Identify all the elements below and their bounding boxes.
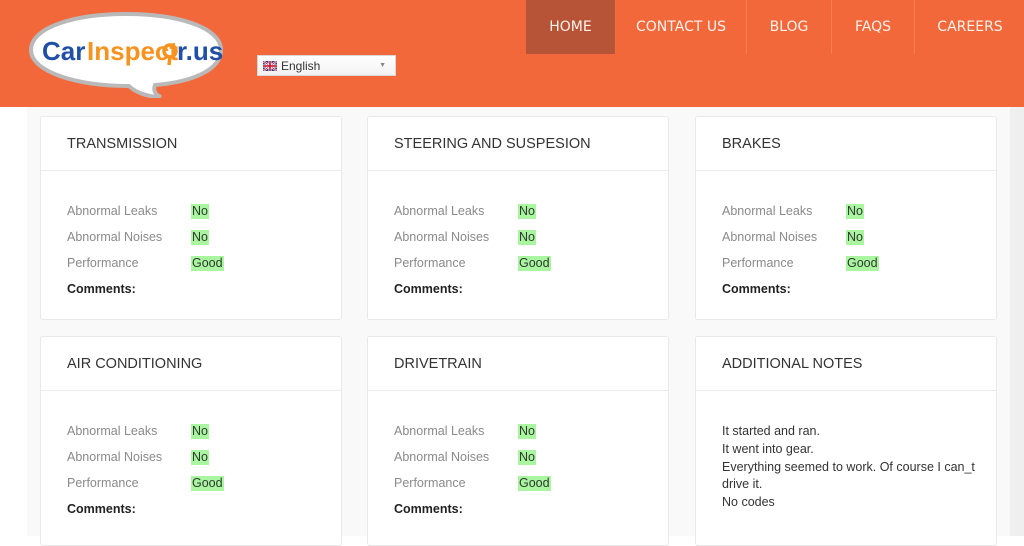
row-value: No xyxy=(846,203,864,219)
inspection-row: Abnormal Leaks No xyxy=(67,198,315,224)
row-value: No xyxy=(518,423,536,439)
inspection-row: Abnormal Leaks No xyxy=(722,198,970,224)
nav-contact-us[interactable]: CONTACT US xyxy=(616,0,747,54)
comments-label: Comments: xyxy=(394,282,463,296)
inspection-card-air-conditioning: AIR CONDITIONING Abnormal Leaks No Abnor… xyxy=(40,336,342,546)
inspection-row: Abnormal Leaks No xyxy=(394,418,642,444)
row-label: Performance xyxy=(394,476,466,490)
inspection-card-brakes: BRAKES Abnormal Leaks No Abnormal Noises… xyxy=(695,116,997,320)
row-value: No xyxy=(518,229,536,245)
inspection-row: Abnormal Noises No xyxy=(394,224,642,250)
nav-home[interactable]: HOME xyxy=(526,0,616,54)
row-label: Abnormal Noises xyxy=(394,230,490,244)
chevron-down-icon: ▼ xyxy=(379,62,386,69)
notes-line: Everything seemed to work. Of course I c… xyxy=(722,459,975,474)
notes-line: drive it. xyxy=(722,477,763,492)
inspection-row: Performance Good xyxy=(394,470,642,496)
card-title: DRIVETRAIN xyxy=(368,337,668,391)
row-label: Abnormal Noises xyxy=(394,450,490,464)
row-value: Good xyxy=(518,475,551,491)
language-select[interactable]: English ▼ xyxy=(257,55,396,76)
row-value: No xyxy=(846,229,864,245)
row-label: Performance xyxy=(67,476,139,490)
row-label: Abnormal Leaks xyxy=(67,424,158,438)
uk-flag-icon xyxy=(263,60,277,71)
language-select-value: English xyxy=(281,58,321,73)
inspection-row: Abnormal Noises No xyxy=(67,444,315,470)
card-title: STEERING AND SUSPESION xyxy=(368,117,668,171)
additional-notes-card: ADDITIONAL NOTES It started and ran. It … xyxy=(695,336,997,546)
row-label: Abnormal Leaks xyxy=(394,204,485,218)
inspection-row: Performance Good xyxy=(67,470,315,496)
row-label: Abnormal Leaks xyxy=(722,204,813,218)
main-nav: HOME CONTACT US BLOG FAQS CAREERS xyxy=(526,0,1024,54)
row-label: Performance xyxy=(67,256,139,270)
row-label: Abnormal Noises xyxy=(67,230,163,244)
nav-blog[interactable]: BLOG xyxy=(747,0,832,54)
card-title: BRAKES xyxy=(696,117,996,171)
inspection-row: Abnormal Leaks No xyxy=(67,418,315,444)
inspection-row: Performance Good xyxy=(394,250,642,276)
row-value: No xyxy=(518,203,536,219)
row-label: Performance xyxy=(722,256,794,270)
inspection-card-transmission: TRANSMISSION Abnormal Leaks No Abnormal … xyxy=(40,116,342,320)
inspection-row: Performance Good xyxy=(67,250,315,276)
inspection-card-drivetrain: DRIVETRAIN Abnormal Leaks No Abnormal No… xyxy=(367,336,669,546)
inspection-row: Abnormal Noises No xyxy=(67,224,315,250)
row-label: Performance xyxy=(394,256,466,270)
logo-text-rus: r.us xyxy=(177,36,223,66)
comments-label: Comments: xyxy=(722,282,791,296)
nav-careers[interactable]: CAREERS xyxy=(915,0,1024,54)
logo-text-car: Car xyxy=(42,36,85,66)
row-label: Abnormal Leaks xyxy=(67,204,158,218)
row-value: Good xyxy=(191,475,224,491)
row-label: Abnormal Leaks xyxy=(394,424,485,438)
comments-label: Comments: xyxy=(394,502,463,516)
card-title: ADDITIONAL NOTES xyxy=(696,337,996,391)
carinspector-logo[interactable]: Car Inspect r.us xyxy=(27,10,225,98)
inspection-row: Performance Good xyxy=(722,250,970,276)
nav-faqs[interactable]: FAQS xyxy=(832,0,915,54)
notes-line: No codes xyxy=(722,495,775,510)
inspection-row: Abnormal Noises No xyxy=(394,444,642,470)
notes-line: It went into gear. xyxy=(722,441,814,456)
inspection-card-steering-suspension: STEERING AND SUSPESION Abnormal Leaks No… xyxy=(367,116,669,320)
row-value: No xyxy=(191,229,209,245)
row-label: Abnormal Noises xyxy=(67,450,163,464)
row-value: No xyxy=(191,423,209,439)
comments-label: Comments: xyxy=(67,502,136,516)
row-value: Good xyxy=(518,255,551,271)
row-value: No xyxy=(191,203,209,219)
row-value: Good xyxy=(191,255,224,271)
row-value: No xyxy=(518,449,536,465)
notes-line: It started and ran. xyxy=(722,424,820,438)
page-gutter xyxy=(1010,107,1024,536)
card-title: AIR CONDITIONING xyxy=(41,337,341,391)
notes-text: It started and ran. It went into gear. E… xyxy=(722,418,975,512)
inspection-row: Abnormal Leaks No xyxy=(394,198,642,224)
row-label: Abnormal Noises xyxy=(722,230,818,244)
site-header: Car Inspect r.us English ▼ HOME CONTACT … xyxy=(0,0,1024,107)
speech-bubble-logo-icon: Car Inspect r.us xyxy=(28,11,223,98)
row-value: No xyxy=(191,449,209,465)
inspection-row: Abnormal Noises No xyxy=(722,224,970,250)
card-title: TRANSMISSION xyxy=(41,117,341,171)
comments-label: Comments: xyxy=(67,282,136,296)
row-value: Good xyxy=(846,255,879,271)
